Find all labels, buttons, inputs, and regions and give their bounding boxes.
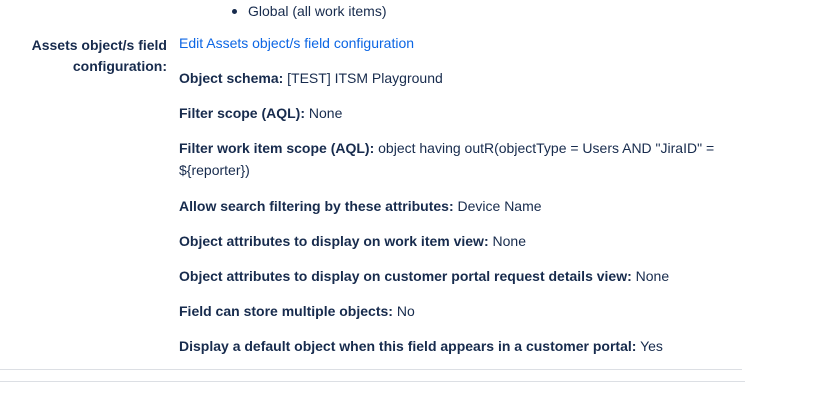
assets-field-config-details: Edit Assets object/s field configuration… [179, 34, 759, 354]
assets-field-config-label-line1: Assets object/s field [31, 37, 167, 53]
multiple-objects-value: No [396, 303, 415, 319]
section-divider [0, 369, 742, 370]
object-schema-value: [TEST] ITSM Playground [287, 70, 443, 86]
filter-scope-value: None [308, 105, 343, 121]
scope-list-item-label: Global (all work items) [248, 3, 387, 19]
work-item-view-attributes-label: Object attributes to display on work ite… [179, 233, 489, 249]
scope-list-item: Global (all work items) [232, 2, 386, 20]
object-schema-row: Object schema: [TEST] ITSM Playground [179, 67, 443, 89]
object-schema-label: Object schema: [179, 70, 284, 86]
assets-field-config-label: Assets object/s field configuration: [0, 35, 167, 77]
portal-details-attributes-value: None [635, 268, 670, 284]
edit-assets-field-config-link[interactable]: Edit Assets object/s field configuration [179, 34, 759, 52]
section-divider-bottom [0, 381, 745, 382]
search-filtering-attributes-label: Allow search filtering by these attribut… [179, 198, 454, 214]
portal-details-attributes-row: Object attributes to display on customer… [179, 265, 779, 287]
filter-work-item-scope-row: Filter work item scope (AQL): object hav… [179, 137, 759, 181]
filter-work-item-scope-label: Filter work item scope (AQL): [179, 140, 375, 156]
portal-details-attributes-label: Object attributes to display on customer… [179, 268, 632, 284]
multiple-objects-label: Field can store multiple objects: [179, 303, 393, 319]
work-item-view-attributes-row: Object attributes to display on work ite… [179, 230, 526, 252]
bullet-icon [232, 8, 237, 14]
filter-scope-row: Filter scope (AQL): None [179, 102, 342, 124]
default-object-portal-label: Display a default object when this field… [179, 338, 637, 354]
multiple-objects-row: Field can store multiple objects: No [179, 300, 415, 322]
assets-field-config-label-line2: configuration: [72, 58, 167, 74]
default-object-portal-row: Display a default object when this field… [179, 335, 779, 357]
search-filtering-attributes-value: Device Name [457, 198, 542, 214]
work-item-view-attributes-value: None [492, 233, 526, 249]
search-filtering-attributes-row: Allow search filtering by these attribut… [179, 195, 542, 217]
default-object-portal-value: Yes [640, 338, 663, 354]
filter-scope-label: Filter scope (AQL): [179, 105, 306, 121]
